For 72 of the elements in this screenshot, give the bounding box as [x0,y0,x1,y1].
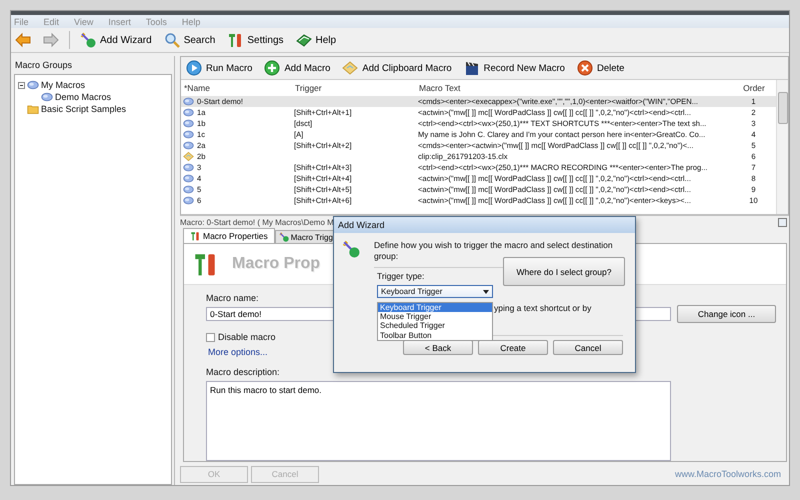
dialog-button[interactable]: < Back [403,340,473,355]
toolbar-button[interactable]: Add Macro [263,59,332,77]
macro-icon [41,91,53,103]
trigger-type-dropdown[interactable]: Keyboard Trigger [377,285,493,298]
macro-icon [183,173,194,184]
tab[interactable]: Macro Properties [183,228,275,243]
toolbar-button[interactable]: Add Wizard [78,30,154,50]
trigger-hint: yping a text shortcut or by [494,303,592,313]
macro-icon [183,195,194,206]
back-button[interactable] [13,30,33,50]
macro-icon [27,79,39,91]
more-options-link[interactable]: More options... [208,347,268,357]
clapperboard-icon [464,60,480,76]
plus-icon [264,60,280,76]
macro-icon [183,184,194,195]
dropdown-value: Keyboard Trigger [381,287,442,296]
diamond-icon [342,60,358,76]
dropdown-option[interactable]: Mouse Trigger [378,312,492,322]
toolbar-button[interactable]: Search [162,30,218,50]
field-label: Macro name: [206,293,260,304]
macro-icon [183,162,194,173]
macro-icon [183,129,194,140]
macro-icon [183,96,194,107]
column-header[interactable]: Trigger [292,83,416,93]
field-label: Macro description: [206,367,281,378]
toolbar-button[interactable]: Record New Macro [462,59,566,77]
macro-icon [183,118,194,129]
dropdown-option[interactable]: Toolbar Button [378,330,492,340]
search-icon [164,32,180,48]
change-icon-button[interactable]: Change icon ... [677,305,776,323]
dialog-title: Add Wizard [338,220,385,230]
macro-icon [183,140,194,151]
wand-icon [342,240,360,258]
collapse-toggle[interactable] [18,82,25,88]
tree-item[interactable]: Basic Script Samples [41,104,126,114]
delete-icon [576,60,593,76]
panel-header: Macro: 0-Start demo! ( My Macros\Demo M [180,218,334,226]
dropdown-option[interactable]: Scheduled Trigger [378,321,492,331]
wand-icon [80,32,96,48]
tree-item[interactable]: My Macros [41,80,86,90]
toolbar-button[interactable]: Add Clipboard Macro [341,59,453,77]
dropdown-option[interactable]: Keyboard Trigger [378,303,492,312]
description-field[interactable]: Run this macro to start demo. [206,381,671,461]
dialog-button[interactable]: Create [478,340,548,355]
arrow-icon [15,32,31,48]
tools-icon [227,32,244,48]
macro-icon [183,107,194,118]
tree-item[interactable]: Demo Macros [55,92,112,102]
column-header[interactable]: Order [729,83,776,93]
book-icon [296,32,312,48]
group-help-button[interactable]: Where do I select group? [503,257,625,286]
window-icon [778,218,787,226]
banner-title: Macro Prop [232,255,320,273]
toolbar-button[interactable]: Settings [225,30,286,50]
wand-icon [278,232,289,242]
tab[interactable]: Macro Trigg [274,230,335,243]
forward-button[interactable] [41,30,61,50]
toolbar-button[interactable]: Help [294,30,338,50]
dialog-button[interactable]: Cancel [553,340,623,355]
toolbar-button[interactable]: Run Macro [185,59,254,77]
checkbox[interactable] [206,332,215,342]
toolbar-button[interactable]: Delete [576,59,626,77]
column-header[interactable]: *Name [181,83,292,93]
diamond-icon [183,151,194,162]
tools-icon [190,231,200,241]
arrow-icon [43,32,59,48]
play-icon [186,60,202,76]
checkbox-label: Disable macro [218,332,276,342]
folder-icon [27,103,39,115]
panel-title: Macro Groups [15,60,72,70]
field-label: Trigger type: [377,271,426,281]
column-header[interactable]: Macro Text [416,83,729,93]
